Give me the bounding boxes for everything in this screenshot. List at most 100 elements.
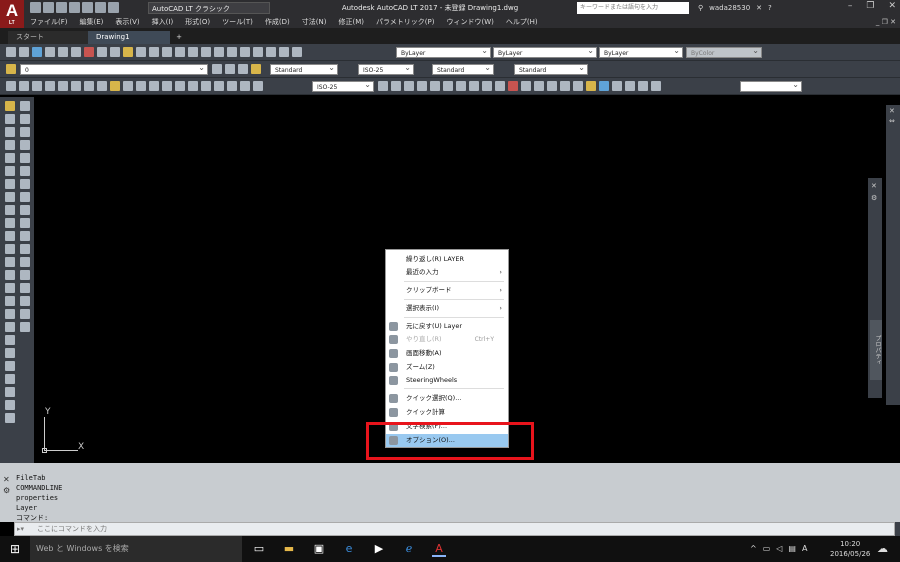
task-view-icon[interactable]: ▭ [252,541,266,557]
explorer-icon[interactable]: ▬ [282,541,296,557]
offset-icon[interactable] [534,81,544,91]
command-close-icon[interactable]: ✕ [0,463,14,484]
dim-style-icon[interactable] [378,81,388,91]
tray-expand-icon[interactable]: ^ [750,544,757,553]
help-icon[interactable] [292,47,302,57]
save-icon[interactable] [56,2,67,13]
move-icon[interactable] [391,81,401,91]
dim-edit-icon[interactable] [227,81,237,91]
command-input[interactable]: ▸▾ ここにコマンドを入力 [14,522,895,536]
stretch-left-icon[interactable] [20,205,30,215]
continue-icon[interactable] [136,81,146,91]
context-menu-item[interactable]: 選択表示(I) › [386,302,508,315]
zoom-previous-icon[interactable] [201,47,211,57]
context-menu-item[interactable]: 元に戻す(U) Layer [386,320,508,333]
exchange-icon[interactable]: ✕ [756,2,762,14]
mirror-left-icon[interactable] [20,127,30,137]
save-as-icon[interactable] [69,2,80,13]
text-style-icon[interactable] [251,64,261,74]
save-icon[interactable] [32,47,42,57]
dim-update-icon[interactable] [253,81,263,91]
mleader-style-combo[interactable]: Standard [514,64,588,75]
open-icon[interactable] [43,2,54,13]
polygon-icon[interactable] [5,140,15,150]
new-tab-button[interactable]: + [172,31,186,44]
block-icon[interactable] [599,81,609,91]
revcloud-icon[interactable] [5,192,15,202]
jogged-linear-icon[interactable] [214,81,224,91]
insert-icon[interactable] [612,81,622,91]
new-icon[interactable] [30,2,41,13]
store-icon[interactable]: ▣ [312,541,326,557]
menu-modify[interactable]: 修正(M) [332,16,370,28]
context-menu-item[interactable]: SteeringWheels [386,374,508,387]
menu-file[interactable]: ファイル(F) [24,16,74,28]
zoom-window-icon[interactable] [188,47,198,57]
grid-left-icon[interactable] [20,309,30,319]
baseline-icon[interactable] [123,81,133,91]
layer-previous-icon[interactable] [225,64,235,74]
network-icon[interactable]: ▭ [763,544,771,553]
copy-icon[interactable] [97,47,107,57]
calculator-icon[interactable] [279,47,289,57]
space-icon[interactable] [149,81,159,91]
text-style-combo[interactable]: Standard [270,64,338,75]
help-search-input[interactable]: キーワードまたは語句を入力 [577,2,689,14]
menu-help[interactable]: ヘルプ(H) [500,16,544,28]
context-menu-item[interactable]: ズーム(Z) [386,361,508,374]
tab-start[interactable]: スタート [8,31,88,44]
print-icon[interactable] [82,2,93,13]
break-icon[interactable] [162,81,172,91]
ellipse-arc-icon[interactable] [5,231,15,241]
message-icon[interactable]: ▤ [788,544,796,553]
abc-icon[interactable] [5,374,15,384]
line-icon[interactable] [5,101,15,111]
binoculars-icon[interactable]: ⚲ [698,2,703,14]
palette-close-icon[interactable]: ✕ [871,182,877,190]
properties-icon[interactable] [214,47,224,57]
array-left-icon[interactable] [20,153,30,163]
ime-indicator[interactable]: A [802,544,807,553]
make-block-icon[interactable] [5,257,15,267]
redo-icon[interactable] [149,47,159,57]
edge-icon[interactable]: e [342,541,356,557]
menu-tools[interactable]: ツール(T) [216,16,259,28]
help-icon[interactable]: ? [768,2,772,14]
trim-icon[interactable] [469,81,479,91]
media-icon[interactable]: ▶ [372,541,386,557]
menu-window[interactable]: ウィンドウ(W) [440,16,499,28]
preview-icon[interactable] [58,47,68,57]
close-icon[interactable]: ✕ [889,107,895,115]
workspace-selector[interactable]: AutoCAD LT クラシック [148,2,270,14]
windows-start-icon[interactable]: ⊞ [8,542,22,556]
new-icon[interactable] [6,47,16,57]
close-icon[interactable]: ✕ [888,1,896,11]
chamfer-icon[interactable] [586,81,596,91]
markup-icon[interactable] [266,47,276,57]
paste-icon[interactable] [110,47,120,57]
user-name[interactable]: wada28530 [709,2,750,14]
volume-icon[interactable]: ◁ [776,544,782,553]
menu-parametric[interactable]: パラメトリック(P) [370,16,440,28]
context-menu-item[interactable]: クイック計算 [386,406,508,419]
autocad-logo[interactable]: A LT [0,0,24,28]
sheet-set-icon[interactable] [253,47,263,57]
autocad-task-icon[interactable]: A [432,541,446,557]
polyline-icon[interactable] [5,127,15,137]
menu-insert[interactable]: 挿入(I) [146,16,180,28]
scale-left-icon[interactable] [5,413,15,423]
fillet-icon[interactable] [495,81,505,91]
dim-style-combo-2[interactable]: ISO-25 [312,81,374,92]
mirror-icon[interactable] [443,81,453,91]
array-icon[interactable] [547,81,557,91]
break-object-icon[interactable] [560,81,570,91]
rotate-left-icon[interactable] [20,179,30,189]
spline-icon[interactable] [5,205,15,215]
layer-properties-icon[interactable] [6,64,16,74]
jogged-icon[interactable] [71,81,81,91]
text-style-left-icon[interactable] [5,387,15,397]
dim-style-combo[interactable]: ISO-25 [358,64,414,75]
layer-combo[interactable]: 0 [20,64,208,75]
context-menu-item[interactable]: 繰り返し(R) LAYER [386,253,508,266]
gradient-icon[interactable] [5,296,15,306]
